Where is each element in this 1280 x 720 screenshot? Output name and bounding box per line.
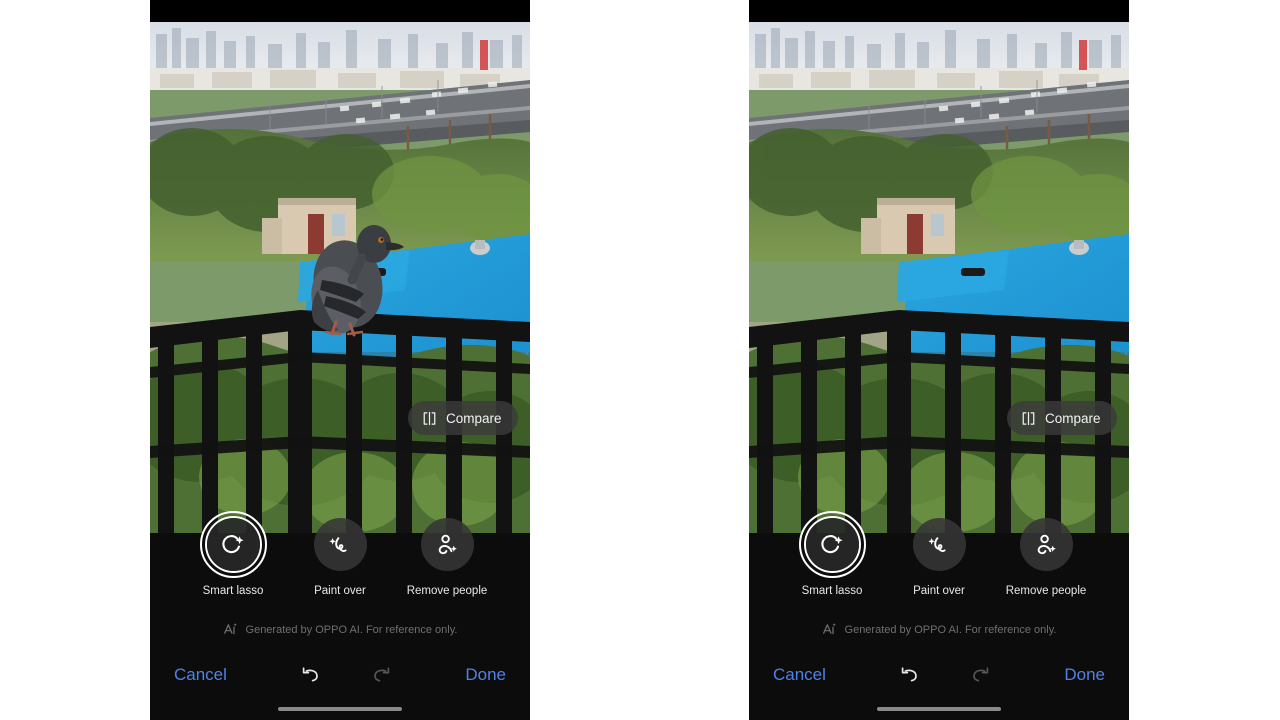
- tool-smart-lasso-circle[interactable]: [798, 511, 866, 578]
- status-bar: [749, 0, 1129, 22]
- tool-remove-people-after[interactable]: Remove people: [1006, 518, 1086, 597]
- compare-split-icon: [1022, 411, 1035, 425]
- done-button-after[interactable]: Done: [1064, 665, 1105, 685]
- ai-sparkle-icon: [822, 623, 836, 635]
- compare-button-after[interactable]: Compare: [1007, 401, 1117, 435]
- phone-panel-after: Compare Smart lasso Paint over Remove pe…: [749, 0, 1129, 720]
- person-sparkle-icon: [1037, 534, 1056, 554]
- redo-button-after[interactable]: [966, 661, 994, 689]
- photo-canvas-after[interactable]: [749, 22, 1129, 533]
- tool-paint-over-before[interactable]: Paint over: [300, 518, 380, 597]
- redo-button-before[interactable]: [367, 661, 395, 689]
- redo-arrow-icon: [973, 667, 989, 682]
- ai-disclaimer-text: Generated by OPPO AI. For reference only…: [245, 623, 458, 636]
- undo-arrow-icon: [302, 667, 318, 682]
- tool-smart-lasso-label: Smart lasso: [801, 585, 863, 597]
- done-button-before[interactable]: Done: [465, 665, 506, 685]
- tool-paint-over-circle[interactable]: [313, 518, 367, 571]
- person-sparkle-icon: [438, 534, 457, 554]
- compare-label: Compare: [1045, 410, 1101, 426]
- tool-paint-over-label: Paint over: [913, 585, 965, 597]
- tool-smart-lasso-label: Smart lasso: [202, 585, 264, 597]
- tool-smart-lasso-before[interactable]: Smart lasso: [193, 511, 273, 597]
- ai-disclaimer-after: Generated by OPPO AI. For reference only…: [749, 622, 1129, 637]
- tool-list-before: Smart lasso Paint over Remove people: [150, 511, 530, 597]
- redo-arrow-icon: [374, 667, 390, 682]
- compare-label: Compare: [446, 410, 502, 426]
- undo-arrow-icon: [901, 667, 917, 682]
- home-indicator-after[interactable]: [877, 707, 1001, 711]
- lasso-sparkle-icon: [821, 534, 843, 553]
- tool-smart-lasso-after[interactable]: Smart lasso: [792, 511, 872, 597]
- screenshot-stage: Compare Smart lasso Paint over Remove pe…: [0, 0, 1280, 720]
- cancel-button-after[interactable]: Cancel: [773, 665, 826, 685]
- cancel-button-before[interactable]: Cancel: [174, 665, 227, 685]
- ai-disclaimer-before: Generated by OPPO AI. For reference only…: [150, 622, 530, 637]
- brush-sparkle-icon: [329, 536, 347, 552]
- home-indicator-before[interactable]: [278, 707, 402, 711]
- tool-list-after: Smart lasso Paint over Remove people: [749, 511, 1129, 597]
- tool-remove-people-before[interactable]: Remove people: [407, 518, 487, 597]
- editor-toolbar-before: Smart lasso Paint over Remove people Gen…: [150, 511, 530, 720]
- ai-disclaimer-text: Generated by OPPO AI. For reference only…: [844, 623, 1057, 636]
- compare-split-icon: [423, 411, 436, 425]
- tool-paint-over-label: Paint over: [314, 585, 366, 597]
- undo-redo-group-after: [896, 661, 994, 689]
- ai-sparkle-icon: [223, 623, 237, 635]
- photo-canvas-before[interactable]: [150, 22, 530, 533]
- tool-paint-over-after[interactable]: Paint over: [899, 518, 979, 597]
- editor-toolbar-after: Smart lasso Paint over Remove people Gen…: [749, 511, 1129, 720]
- compare-button-before[interactable]: Compare: [408, 401, 518, 435]
- phone-panel-before: Compare Smart lasso Paint over Remove pe…: [150, 0, 530, 720]
- action-bar-before: Cancel Done: [150, 661, 530, 689]
- photo-image-after: [749, 22, 1129, 533]
- undo-button-after[interactable]: [896, 661, 924, 689]
- brush-sparkle-icon: [928, 536, 946, 552]
- tool-remove-people-circle[interactable]: [1019, 518, 1073, 571]
- tool-remove-people-label: Remove people: [406, 585, 488, 597]
- tool-smart-lasso-circle[interactable]: [199, 511, 267, 578]
- tool-paint-over-circle[interactable]: [912, 518, 966, 571]
- photo-image-before: [150, 22, 530, 533]
- tool-remove-people-circle[interactable]: [420, 518, 474, 571]
- status-bar: [150, 0, 530, 22]
- tool-remove-people-label: Remove people: [1005, 585, 1087, 597]
- action-bar-after: Cancel Done: [749, 661, 1129, 689]
- lasso-sparkle-icon: [222, 534, 244, 553]
- undo-button-before[interactable]: [297, 661, 325, 689]
- undo-redo-group-before: [297, 661, 395, 689]
